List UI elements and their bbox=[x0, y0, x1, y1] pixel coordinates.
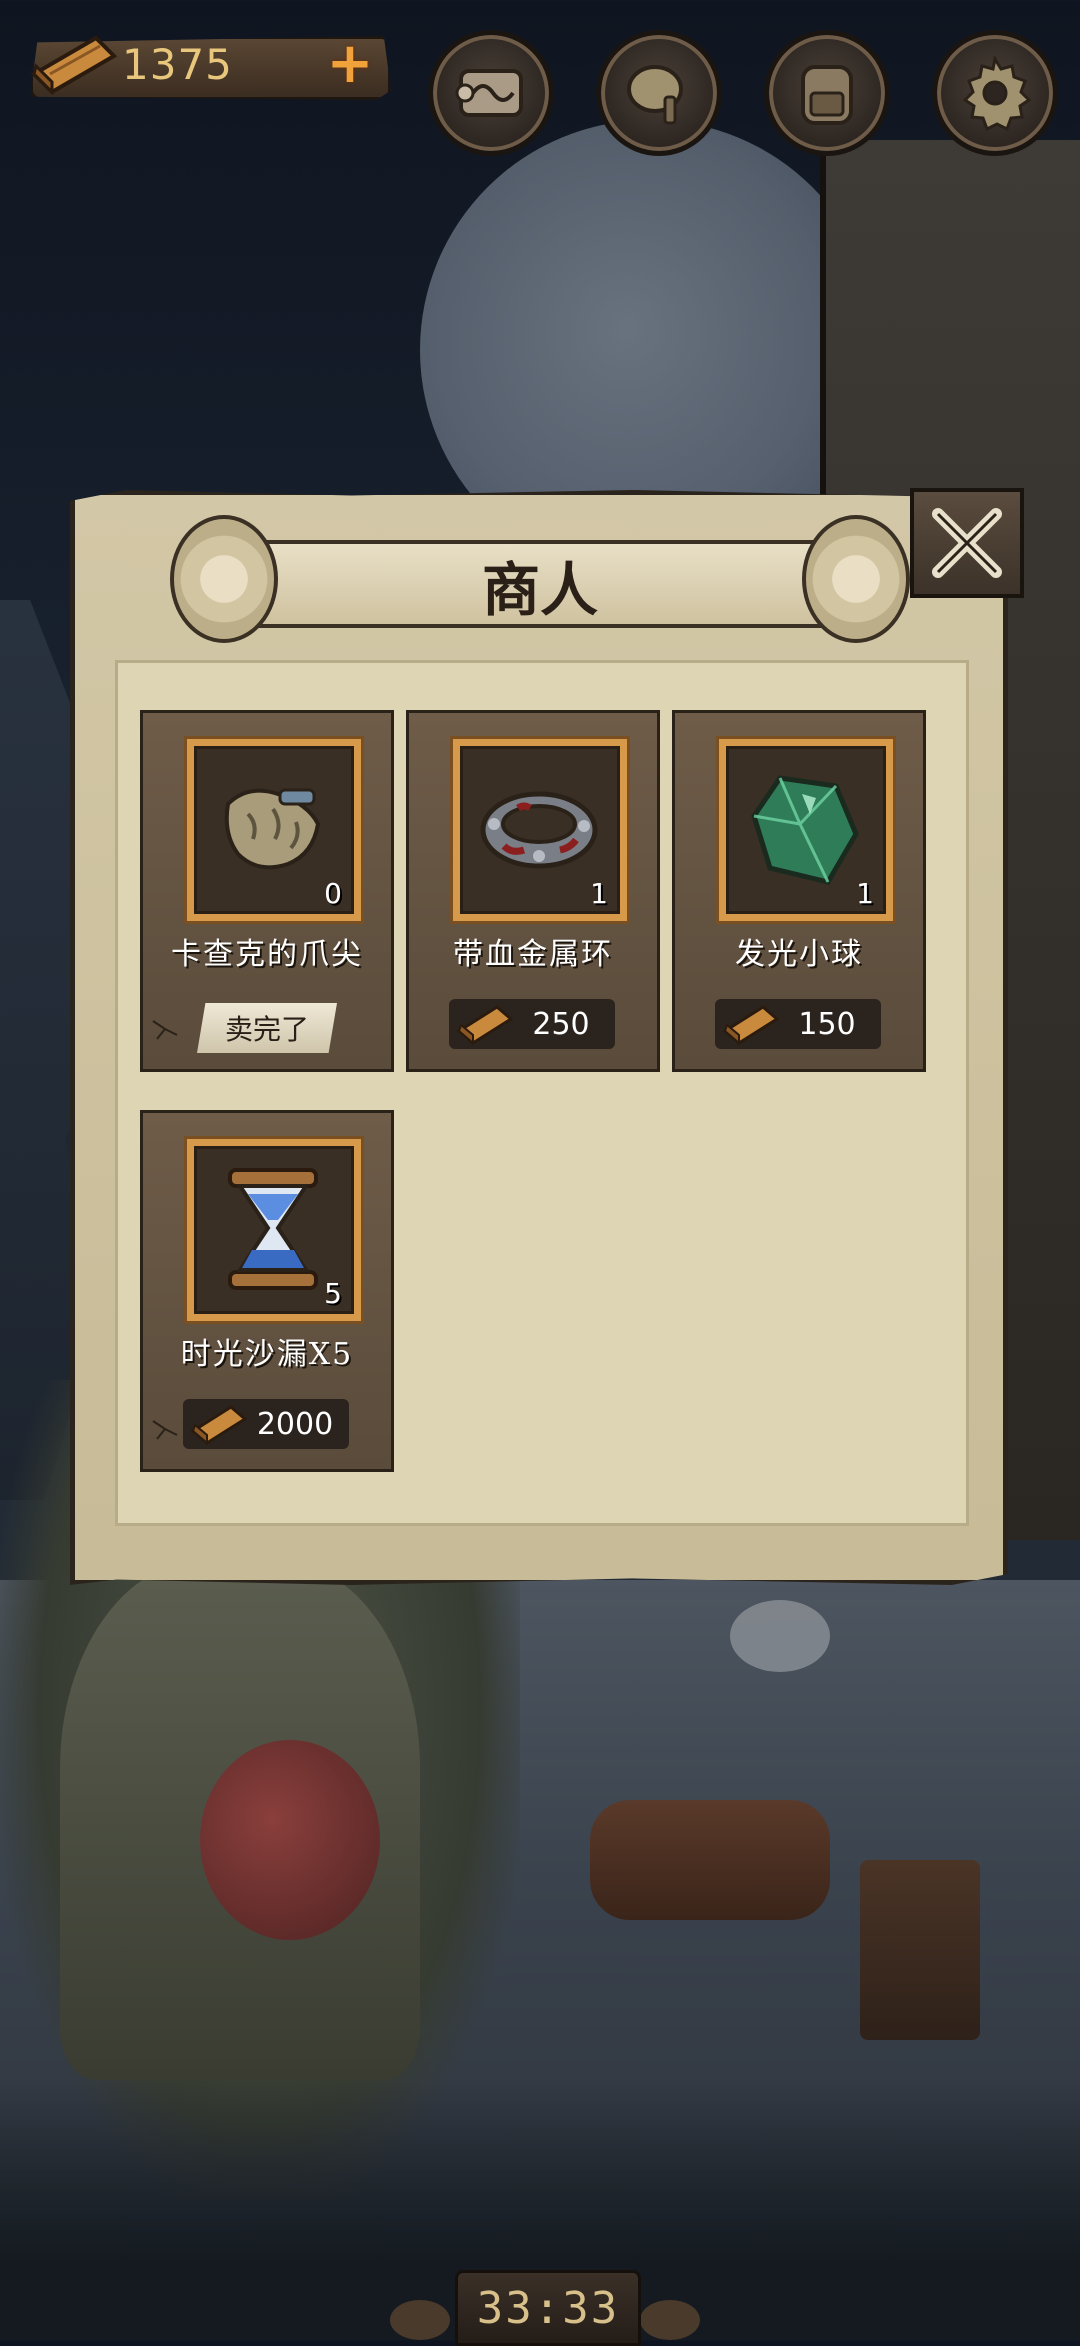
item-card[interactable]: 1 带血金属环 250 bbox=[406, 710, 660, 1072]
wood-crack bbox=[152, 1420, 178, 1440]
item-name: 卡查克的爪尖 bbox=[171, 937, 363, 972]
price-tag[interactable]: 2000 bbox=[183, 1399, 349, 1449]
add-currency-button[interactable]: + bbox=[322, 36, 378, 92]
timer-ornament-right bbox=[640, 2300, 700, 2340]
price-tag[interactable]: 250 bbox=[449, 999, 615, 1049]
bell-icon bbox=[627, 65, 683, 125]
backpack-button[interactable] bbox=[764, 30, 890, 156]
item-price: 2000 bbox=[256, 1407, 334, 1442]
green-crystal-icon bbox=[751, 775, 859, 885]
wood-icon bbox=[191, 1405, 247, 1446]
item-frame: 5 bbox=[184, 1136, 364, 1324]
item-name: 时光沙漏X5 bbox=[180, 1337, 354, 1372]
item-quantity: 1 bbox=[856, 877, 874, 910]
wood-currency-bar: 1375 + bbox=[30, 30, 391, 100]
wood-icon bbox=[723, 1005, 779, 1046]
wood-amount: 1375 bbox=[122, 40, 233, 89]
close-icon bbox=[932, 508, 1002, 578]
backpack-icon bbox=[801, 65, 853, 125]
item-frame: 1 bbox=[450, 736, 630, 924]
close-button[interactable] bbox=[910, 488, 1024, 598]
merchant-bag bbox=[200, 1740, 380, 1940]
item-card[interactable]: 5 时光沙漏X5 2000 bbox=[140, 1110, 394, 1472]
hourglass-icon bbox=[228, 1168, 318, 1290]
item-quantity: 5 bbox=[324, 1277, 342, 1310]
item-quantity: 0 bbox=[324, 877, 342, 910]
price-tag[interactable]: 150 bbox=[715, 999, 881, 1049]
sold-out-label: 卖完了 bbox=[197, 1003, 337, 1053]
map-button[interactable] bbox=[428, 30, 554, 156]
item-name: 带血金属环 bbox=[453, 937, 613, 972]
gear-icon bbox=[962, 54, 1032, 132]
bloody-ring-icon bbox=[480, 791, 598, 869]
timer-ornament-left bbox=[390, 2300, 450, 2340]
log bbox=[590, 1800, 830, 1920]
item-card[interactable]: 0 卡查克的爪尖 卖完了 bbox=[140, 710, 394, 1072]
item-price: 250 bbox=[532, 1007, 590, 1042]
axe-speech-bubble[interactable] bbox=[730, 1600, 830, 1672]
wood-crack bbox=[152, 1020, 178, 1040]
item-quantity: 1 bbox=[590, 877, 608, 910]
wood-icon bbox=[30, 35, 118, 96]
item-price: 150 bbox=[798, 1007, 856, 1042]
title-scroll: 商人 bbox=[170, 505, 910, 645]
item-frame: 1 bbox=[716, 736, 896, 924]
chopping-stump bbox=[860, 1860, 980, 2040]
map-scroll-icon bbox=[455, 69, 523, 117]
game-timer: 33:33 bbox=[455, 2270, 641, 2346]
wood-icon bbox=[457, 1005, 513, 1046]
item-name: 发光小球 bbox=[735, 937, 863, 972]
settings-button[interactable] bbox=[932, 30, 1058, 156]
bell-button[interactable] bbox=[596, 30, 722, 156]
panel-title: 商人 bbox=[481, 556, 598, 624]
item-card[interactable]: 1 发光小球 150 bbox=[672, 710, 926, 1072]
claw-icon bbox=[224, 788, 321, 870]
item-frame: 0 bbox=[184, 736, 364, 924]
